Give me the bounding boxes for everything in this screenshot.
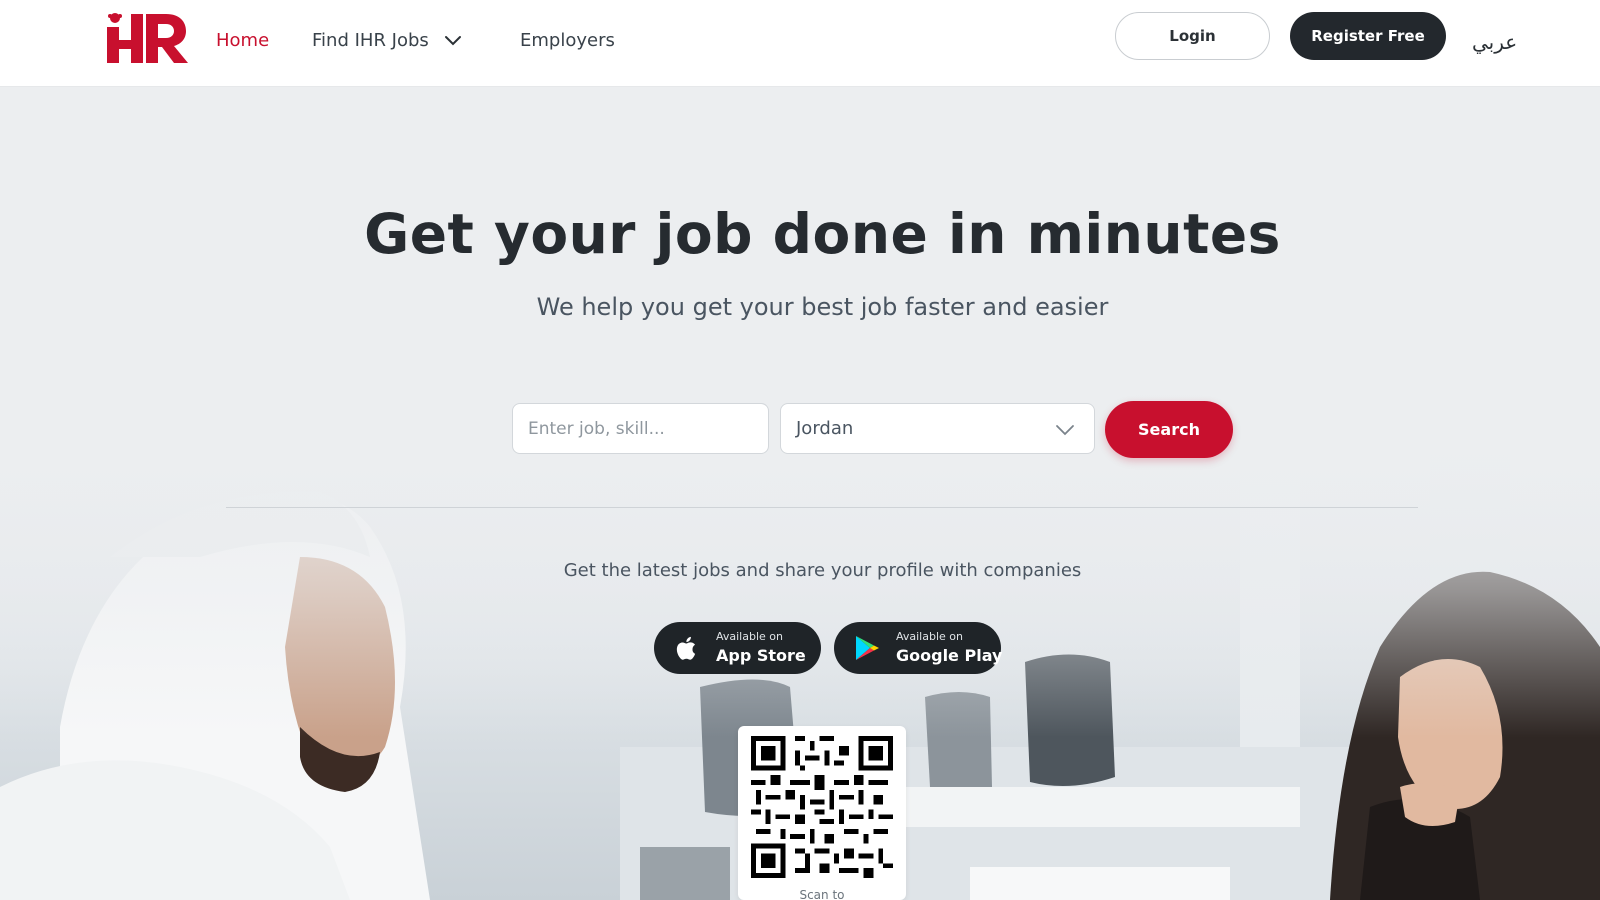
top-navigation-bar: Home Find IHR Jobs Employers Login Regis…	[0, 0, 1600, 87]
app-store-small-text: Available on	[716, 630, 783, 643]
chevron-down-icon	[1056, 425, 1074, 436]
qr-code-icon	[751, 736, 893, 878]
google-play-label: Google Play	[896, 646, 1003, 665]
nav-find-jobs-label: Find IHR Jobs	[312, 30, 429, 51]
search-button[interactable]: Search	[1105, 401, 1233, 458]
qr-code-caption: Scan to	[799, 888, 845, 900]
login-button[interactable]: Login	[1115, 12, 1270, 60]
hero-title: Get your job done in minutes	[364, 202, 1281, 266]
hero-subtitle: We help you get your best job faster and…	[536, 293, 1109, 321]
nav-home-link[interactable]: Home	[216, 30, 269, 51]
register-free-button[interactable]: Register Free	[1290, 12, 1446, 60]
chevron-down-icon	[444, 35, 461, 45]
ihr-logo[interactable]	[104, 10, 190, 64]
app-promo-text: Get the latest jobs and share your profi…	[563, 560, 1082, 581]
app-store-label: App Store	[716, 646, 806, 665]
job-search-input[interactable]	[512, 403, 769, 454]
nav-find-jobs-dropdown[interactable]: Find IHR Jobs	[312, 30, 463, 51]
nav-employers-link[interactable]: Employers	[520, 30, 615, 51]
google-play-icon	[856, 636, 879, 660]
google-play-small-text: Available on	[896, 630, 963, 643]
language-switch-link[interactable]: عربي	[1472, 30, 1517, 54]
apple-icon	[676, 636, 696, 660]
country-select[interactable]: Jordan	[780, 403, 1095, 454]
qr-code-card: Scan to	[738, 726, 906, 900]
section-divider	[226, 507, 1418, 508]
app-store-button[interactable]: Available on App Store	[654, 622, 821, 674]
google-play-button[interactable]: Available on Google Play	[834, 622, 1003, 674]
country-select-value: Jordan	[796, 418, 854, 439]
ihr-logo-mark	[107, 13, 188, 63]
